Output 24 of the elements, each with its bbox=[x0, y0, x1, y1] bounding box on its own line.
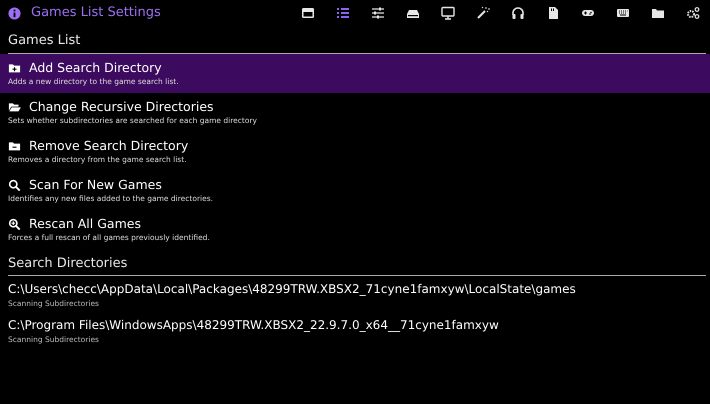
item-title: Remove Search Directory bbox=[29, 137, 188, 154]
item-title: Rescan All Games bbox=[29, 215, 141, 232]
monitor-icon bbox=[441, 6, 455, 20]
list-icon bbox=[336, 6, 350, 20]
folder-minus-icon bbox=[8, 140, 21, 152]
folder-open-icon bbox=[8, 100, 21, 112]
window-title: Games List Settings bbox=[31, 4, 161, 22]
item-title: Add Search Directory bbox=[29, 59, 162, 76]
window-icon bbox=[301, 6, 315, 20]
item-title: C:\Users\checc\AppData\Local\Packages\48299TRW.XBSX2_71cyne1famxyw\LocalState\games bbox=[8, 281, 576, 298]
folder-icon bbox=[651, 6, 665, 20]
keyboard-icon bbox=[616, 6, 630, 20]
sliders-icon bbox=[371, 6, 385, 20]
zoom-in-icon bbox=[8, 218, 21, 230]
magic-wand-icon bbox=[476, 6, 490, 20]
info-icon bbox=[8, 6, 21, 20]
item-title: Change Recursive Directories bbox=[29, 98, 214, 115]
folder-plus-icon bbox=[8, 62, 21, 74]
section-header: Search Directories bbox=[8, 248, 706, 276]
search-icon bbox=[8, 178, 21, 190]
item-title: C:\Program Files\WindowsApps\48299TRW.XBSX2_22.9.7.0_x64__71cyne1famxyw bbox=[8, 317, 499, 334]
item-title: Scan For New Games bbox=[29, 176, 162, 193]
headphones-icon bbox=[511, 6, 525, 20]
memory-card-icon bbox=[546, 6, 560, 20]
